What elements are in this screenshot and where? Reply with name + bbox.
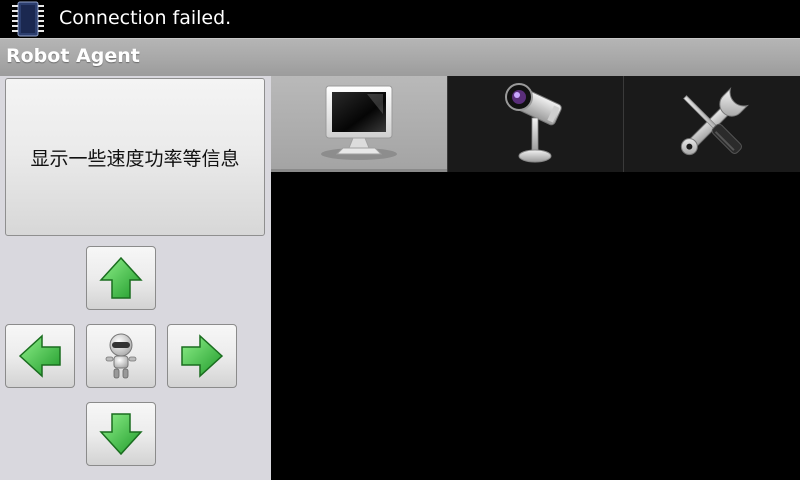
move-left-button[interactable]	[5, 324, 75, 388]
move-down-button[interactable]	[86, 402, 156, 466]
robot-icon	[105, 333, 137, 379]
move-right-button[interactable]	[167, 324, 237, 388]
control-panel: 显示一些速度功率等信息	[0, 76, 271, 480]
robot-center-button[interactable]	[86, 324, 156, 388]
tab-camera[interactable]	[447, 76, 623, 172]
monitor-icon	[321, 85, 397, 160]
app-title: Robot Agent	[6, 45, 140, 67]
move-up-button[interactable]	[86, 246, 156, 310]
content-area	[271, 172, 800, 480]
tab-bar	[271, 76, 800, 172]
title-bar: Robot Agent	[0, 38, 800, 76]
camera-icon	[504, 83, 562, 163]
info-text: 显示一些速度功率等信息	[30, 147, 240, 170]
arrow-right-icon	[181, 334, 224, 378]
arrow-down-icon	[99, 413, 143, 456]
chip-icon	[12, 1, 44, 37]
status-message: Connection failed.	[59, 7, 232, 29]
info-display[interactable]: 显示一些速度功率等信息	[5, 78, 265, 236]
arrow-left-icon	[18, 334, 61, 378]
tab-tools[interactable]	[623, 76, 800, 172]
status-bar: Connection failed.	[0, 0, 800, 38]
tab-monitor[interactable]	[271, 76, 447, 172]
arrow-up-icon	[99, 256, 143, 299]
tools-icon	[680, 87, 749, 156]
